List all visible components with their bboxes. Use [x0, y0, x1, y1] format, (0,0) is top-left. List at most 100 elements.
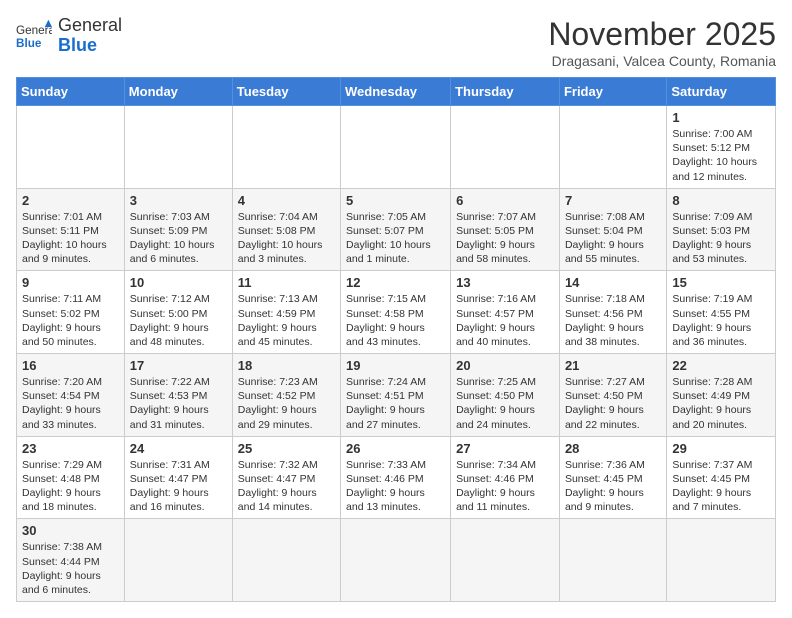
day-number: 12	[346, 275, 445, 290]
day-number: 19	[346, 358, 445, 373]
day-info: Sunrise: 7:37 AM Sunset: 4:45 PM Dayligh…	[672, 458, 770, 515]
logo-text: General Blue	[58, 16, 122, 56]
column-header-wednesday: Wednesday	[341, 78, 451, 106]
calendar-week-row: 9 Sunrise: 7:11 AM Sunset: 5:02 PM Daylig…	[17, 271, 776, 354]
calendar-cell	[667, 519, 776, 602]
calendar-cell: 23 Sunrise: 7:29 AM Sunset: 4:48 PM Dayli…	[17, 436, 125, 519]
column-header-monday: Monday	[124, 78, 232, 106]
calendar-cell: 28 Sunrise: 7:36 AM Sunset: 4:45 PM Dayli…	[559, 436, 666, 519]
column-header-thursday: Thursday	[451, 78, 560, 106]
day-info: Sunrise: 7:08 AM Sunset: 5:04 PM Dayligh…	[565, 210, 661, 267]
day-number: 4	[238, 193, 335, 208]
day-info: Sunrise: 7:13 AM Sunset: 4:59 PM Dayligh…	[238, 292, 335, 349]
day-number: 5	[346, 193, 445, 208]
day-number: 7	[565, 193, 661, 208]
calendar-header-row: SundayMondayTuesdayWednesdayThursdayFrid…	[17, 78, 776, 106]
calendar-cell: 21Sunrise: 7:27 AM Sunset: 4:50 PM Dayli…	[559, 354, 666, 437]
calendar-cell	[232, 106, 340, 189]
day-info: Sunrise: 7:09 AM Sunset: 5:03 PM Dayligh…	[672, 210, 770, 267]
day-info: Sunrise: 7:22 AM Sunset: 4:53 PM Dayligh…	[130, 375, 227, 432]
calendar-cell	[17, 106, 125, 189]
day-number: 28	[565, 441, 661, 456]
calendar-cell: 29Sunrise: 7:37 AM Sunset: 4:45 PM Dayli…	[667, 436, 776, 519]
day-info: Sunrise: 7:36 AM Sunset: 4:45 PM Dayligh…	[565, 458, 661, 515]
calendar-cell: 4 Sunrise: 7:04 AM Sunset: 5:08 PM Daylig…	[232, 188, 340, 271]
day-number: 23	[22, 441, 119, 456]
calendar-week-row: 23 Sunrise: 7:29 AM Sunset: 4:48 PM Dayli…	[17, 436, 776, 519]
calendar-cell: 2Sunrise: 7:01 AM Sunset: 5:11 PM Daylig…	[17, 188, 125, 271]
day-number: 27	[456, 441, 554, 456]
calendar-cell: 8 Sunrise: 7:09 AM Sunset: 5:03 PM Daylig…	[667, 188, 776, 271]
calendar-cell: 19 Sunrise: 7:24 AM Sunset: 4:51 PM Dayli…	[341, 354, 451, 437]
day-number: 3	[130, 193, 227, 208]
calendar-week-row: 16Sunrise: 7:20 AM Sunset: 4:54 PM Dayli…	[17, 354, 776, 437]
day-number: 18	[238, 358, 335, 373]
day-info: Sunrise: 7:15 AM Sunset: 4:58 PM Dayligh…	[346, 292, 445, 349]
day-info: Sunrise: 7:27 AM Sunset: 4:50 PM Dayligh…	[565, 375, 661, 432]
day-info: Sunrise: 7:11 AM Sunset: 5:02 PM Dayligh…	[22, 292, 119, 349]
calendar-cell: 13 Sunrise: 7:16 AM Sunset: 4:57 PM Dayli…	[451, 271, 560, 354]
calendar-cell: 24Sunrise: 7:31 AM Sunset: 4:47 PM Dayli…	[124, 436, 232, 519]
column-header-friday: Friday	[559, 78, 666, 106]
calendar-cell: 17 Sunrise: 7:22 AM Sunset: 4:53 PM Dayli…	[124, 354, 232, 437]
day-number: 22	[672, 358, 770, 373]
day-number: 15	[672, 275, 770, 290]
day-info: Sunrise: 7:18 AM Sunset: 4:56 PM Dayligh…	[565, 292, 661, 349]
day-info: Sunrise: 7:00 AM Sunset: 5:12 PM Dayligh…	[672, 127, 770, 184]
day-number: 20	[456, 358, 554, 373]
day-info: Sunrise: 7:38 AM Sunset: 4:44 PM Dayligh…	[22, 540, 119, 597]
day-info: Sunrise: 7:24 AM Sunset: 4:51 PM Dayligh…	[346, 375, 445, 432]
calendar-cell: 22 Sunrise: 7:28 AM Sunset: 4:49 PM Dayli…	[667, 354, 776, 437]
calendar-cell	[559, 519, 666, 602]
day-number: 17	[130, 358, 227, 373]
calendar-cell	[341, 519, 451, 602]
day-info: Sunrise: 7:34 AM Sunset: 4:46 PM Dayligh…	[456, 458, 554, 515]
calendar-cell: 10Sunrise: 7:12 AM Sunset: 5:00 PM Dayli…	[124, 271, 232, 354]
day-number: 2	[22, 193, 119, 208]
day-info: Sunrise: 7:19 AM Sunset: 4:55 PM Dayligh…	[672, 292, 770, 349]
day-number: 13	[456, 275, 554, 290]
day-number: 10	[130, 275, 227, 290]
day-info: Sunrise: 7:25 AM Sunset: 4:50 PM Dayligh…	[456, 375, 554, 432]
calendar-cell	[341, 106, 451, 189]
day-info: Sunrise: 7:28 AM Sunset: 4:49 PM Dayligh…	[672, 375, 770, 432]
calendar-cell: 27 Sunrise: 7:34 AM Sunset: 4:46 PM Dayli…	[451, 436, 560, 519]
logo-icon: General Blue	[16, 18, 52, 54]
day-info: Sunrise: 7:07 AM Sunset: 5:05 PM Dayligh…	[456, 210, 554, 267]
day-info: Sunrise: 7:33 AM Sunset: 4:46 PM Dayligh…	[346, 458, 445, 515]
day-info: Sunrise: 7:23 AM Sunset: 4:52 PM Dayligh…	[238, 375, 335, 432]
calendar-cell	[124, 519, 232, 602]
calendar-cell: 3Sunrise: 7:03 AM Sunset: 5:09 PM Daylig…	[124, 188, 232, 271]
calendar-cell	[451, 106, 560, 189]
logo: General Blue General Blue	[16, 16, 122, 56]
day-info: Sunrise: 7:05 AM Sunset: 5:07 PM Dayligh…	[346, 210, 445, 267]
calendar-cell: 5 Sunrise: 7:05 AM Sunset: 5:07 PM Daylig…	[341, 188, 451, 271]
day-number: 6	[456, 193, 554, 208]
day-number: 8	[672, 193, 770, 208]
calendar-cell	[451, 519, 560, 602]
calendar-table: SundayMondayTuesdayWednesdayThursdayFrid…	[16, 77, 776, 602]
column-header-tuesday: Tuesday	[232, 78, 340, 106]
calendar-cell: 25 Sunrise: 7:32 AM Sunset: 4:47 PM Dayli…	[232, 436, 340, 519]
calendar-week-row: 1 Sunrise: 7:00 AM Sunset: 5:12 PM Daylig…	[17, 106, 776, 189]
day-info: Sunrise: 7:16 AM Sunset: 4:57 PM Dayligh…	[456, 292, 554, 349]
svg-text:Blue: Blue	[16, 37, 42, 50]
day-info: Sunrise: 7:20 AM Sunset: 4:54 PM Dayligh…	[22, 375, 119, 432]
title-section: November 2025 Dragasani, Valcea County, …	[548, 16, 776, 69]
day-number: 25	[238, 441, 335, 456]
calendar-cell: 20 Sunrise: 7:25 AM Sunset: 4:50 PM Dayli…	[451, 354, 560, 437]
calendar-cell: 9 Sunrise: 7:11 AM Sunset: 5:02 PM Daylig…	[17, 271, 125, 354]
calendar-cell: 15 Sunrise: 7:19 AM Sunset: 4:55 PM Dayli…	[667, 271, 776, 354]
calendar-cell: 11 Sunrise: 7:13 AM Sunset: 4:59 PM Dayli…	[232, 271, 340, 354]
month-title: November 2025	[548, 16, 776, 53]
day-info: Sunrise: 7:29 AM Sunset: 4:48 PM Dayligh…	[22, 458, 119, 515]
day-number: 1	[672, 110, 770, 125]
calendar-cell: 26Sunrise: 7:33 AM Sunset: 4:46 PM Dayli…	[341, 436, 451, 519]
day-info: Sunrise: 7:04 AM Sunset: 5:08 PM Dayligh…	[238, 210, 335, 267]
day-number: 9	[22, 275, 119, 290]
day-number: 30	[22, 523, 119, 538]
day-number: 11	[238, 275, 335, 290]
column-header-sunday: Sunday	[17, 78, 125, 106]
page-header: General Blue General Blue November 2025 …	[16, 16, 776, 69]
day-info: Sunrise: 7:32 AM Sunset: 4:47 PM Dayligh…	[238, 458, 335, 515]
